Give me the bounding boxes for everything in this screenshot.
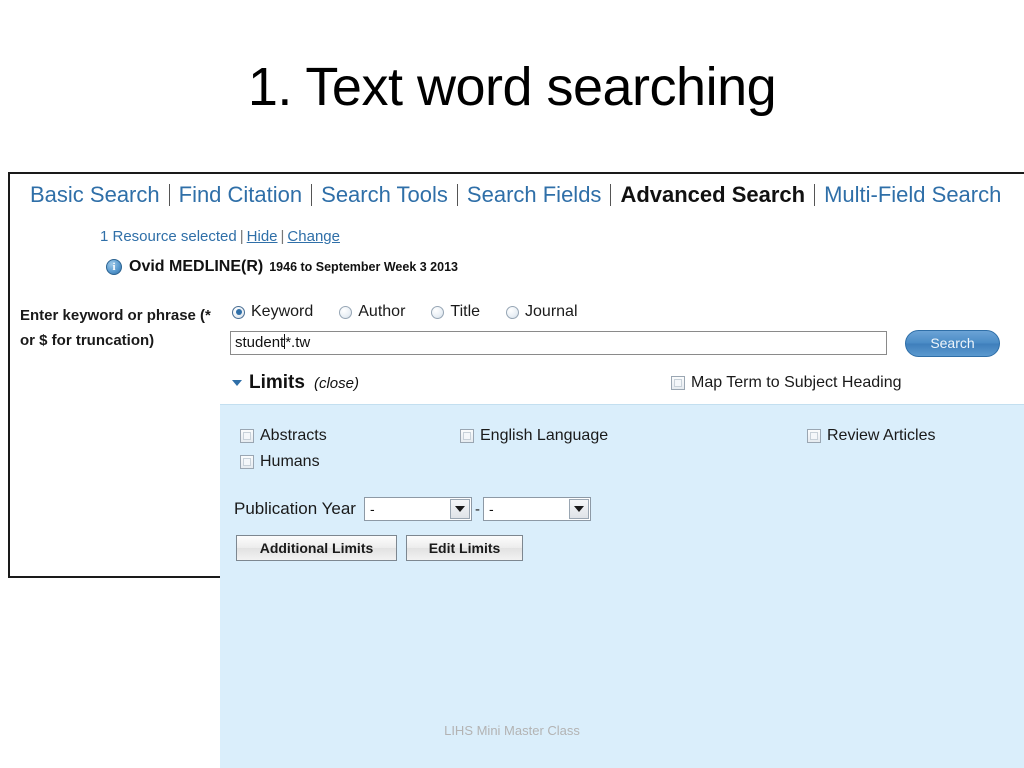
page-title: 1. Text word searching (247, 57, 777, 117)
radio-keyword-label: Keyword (251, 303, 314, 320)
nav-separator (610, 184, 612, 206)
radio-author[interactable]: Author (339, 303, 405, 321)
radio-dot-icon (506, 305, 520, 319)
resource-count-label: 1 Resource selected (100, 228, 237, 245)
checkbox-icon (460, 429, 474, 443)
publication-year-to-select[interactable]: - (482, 497, 591, 521)
radio-author-label: Author (358, 303, 406, 320)
database-coverage: 1946 to September Week 3 2013 (269, 260, 458, 274)
publication-year-from-select[interactable]: - (363, 497, 472, 521)
publication-year-separator: - (474, 500, 480, 518)
hide-resource-link[interactable]: Hide (247, 228, 278, 245)
edit-limits-button[interactable]: Edit Limits (406, 535, 523, 561)
search-input-value-before-caret: student (235, 334, 285, 351)
nav-separator (814, 184, 816, 206)
nav-separator (311, 184, 313, 206)
limit-checkbox-humans[interactable]: Humans (240, 453, 320, 471)
radio-dot-icon (232, 305, 245, 319)
slide-footer: LIHS Mini Master Class (444, 723, 580, 738)
change-resource-link[interactable]: Change (287, 228, 340, 245)
limits-label: Limits (249, 372, 305, 393)
checkbox-icon (240, 455, 254, 469)
radio-dot-icon (339, 305, 353, 319)
nav-separator (168, 184, 170, 206)
limit-label-abstracts: Abstracts (260, 427, 327, 444)
radio-title-label: Title (450, 303, 481, 320)
radio-title[interactable]: Title (431, 303, 480, 321)
radio-keyword[interactable]: Keyword (232, 303, 313, 321)
radio-journal-label: Journal (525, 303, 578, 320)
limit-checkbox-review-articles[interactable]: Review Articles (807, 427, 935, 445)
nav-tab-search-tools[interactable]: Search Tools (313, 182, 456, 208)
limit-label-english-language: English Language (480, 427, 609, 444)
nav-tab-basic-search[interactable]: Basic Search (22, 182, 168, 208)
resource-separator-1: | (239, 228, 244, 245)
chevron-down-icon[interactable] (568, 499, 589, 519)
nav-tab-find-citation[interactable]: Find Citation (171, 182, 311, 208)
keyword-hint-label: Enter keyword or phrase (* or $ for trun… (20, 307, 211, 349)
checkbox-icon (807, 429, 821, 443)
publication-year-row: Publication Year - - - (234, 497, 591, 521)
nav-tab-multi-field-search[interactable]: Multi-Field Search (816, 182, 1009, 208)
database-name: Ovid MEDLINE(R) (129, 258, 264, 275)
map-term-checkbox[interactable]: Map Term to Subject Heading (671, 374, 901, 392)
limit-buttons-row: Additional Limits Edit Limits (236, 535, 523, 561)
nav-tab-advanced-search[interactable]: Advanced Search (612, 182, 813, 208)
checkbox-icon (240, 429, 254, 443)
publication-year-label: Publication Year (234, 499, 356, 518)
publication-year-to-value: - (488, 501, 494, 517)
nav-separator (456, 184, 458, 206)
resource-separator-2: | (280, 228, 285, 245)
limit-checkbox-english-language[interactable]: English Language (460, 427, 608, 445)
additional-limits-button[interactable]: Additional Limits (236, 535, 397, 561)
radio-journal[interactable]: Journal (506, 303, 578, 321)
limits-toggle[interactable]: Limits (close) (232, 372, 359, 394)
checkbox-icon (671, 376, 685, 390)
search-input-value-after-caret: *.tw (285, 334, 311, 351)
nav-tab-search-fields[interactable]: Search Fields (459, 182, 610, 208)
limit-label-humans: Humans (260, 453, 320, 470)
chevron-down-icon[interactable] (449, 499, 470, 519)
publication-year-from-value: - (369, 501, 375, 517)
limits-panel: Abstracts English Language Review Articl… (220, 404, 1024, 768)
ovid-nav-tabs: Basic Search Find Citation Search Tools … (22, 182, 1009, 208)
limits-close-label: (close) (313, 374, 359, 392)
limit-checkbox-abstracts[interactable]: Abstracts (240, 427, 327, 445)
radio-dot-icon (431, 305, 445, 319)
resource-selected-line: 1 Resource selected | Hide | Change (100, 228, 340, 245)
limit-label-review-articles: Review Articles (827, 427, 936, 444)
search-button[interactable]: Search (905, 330, 1000, 357)
search-input[interactable]: student*.tw (230, 331, 887, 355)
database-line: i Ovid MEDLINE(R) 1946 to September Week… (106, 258, 458, 276)
limit-checkbox-group: Abstracts English Language Review Articl… (240, 427, 1010, 483)
info-icon[interactable]: i (106, 259, 122, 275)
map-term-label: Map Term to Subject Heading (691, 374, 902, 391)
search-mode-radio-group: Keyword Author Title Journal (232, 303, 604, 321)
chevron-down-icon (232, 380, 242, 386)
